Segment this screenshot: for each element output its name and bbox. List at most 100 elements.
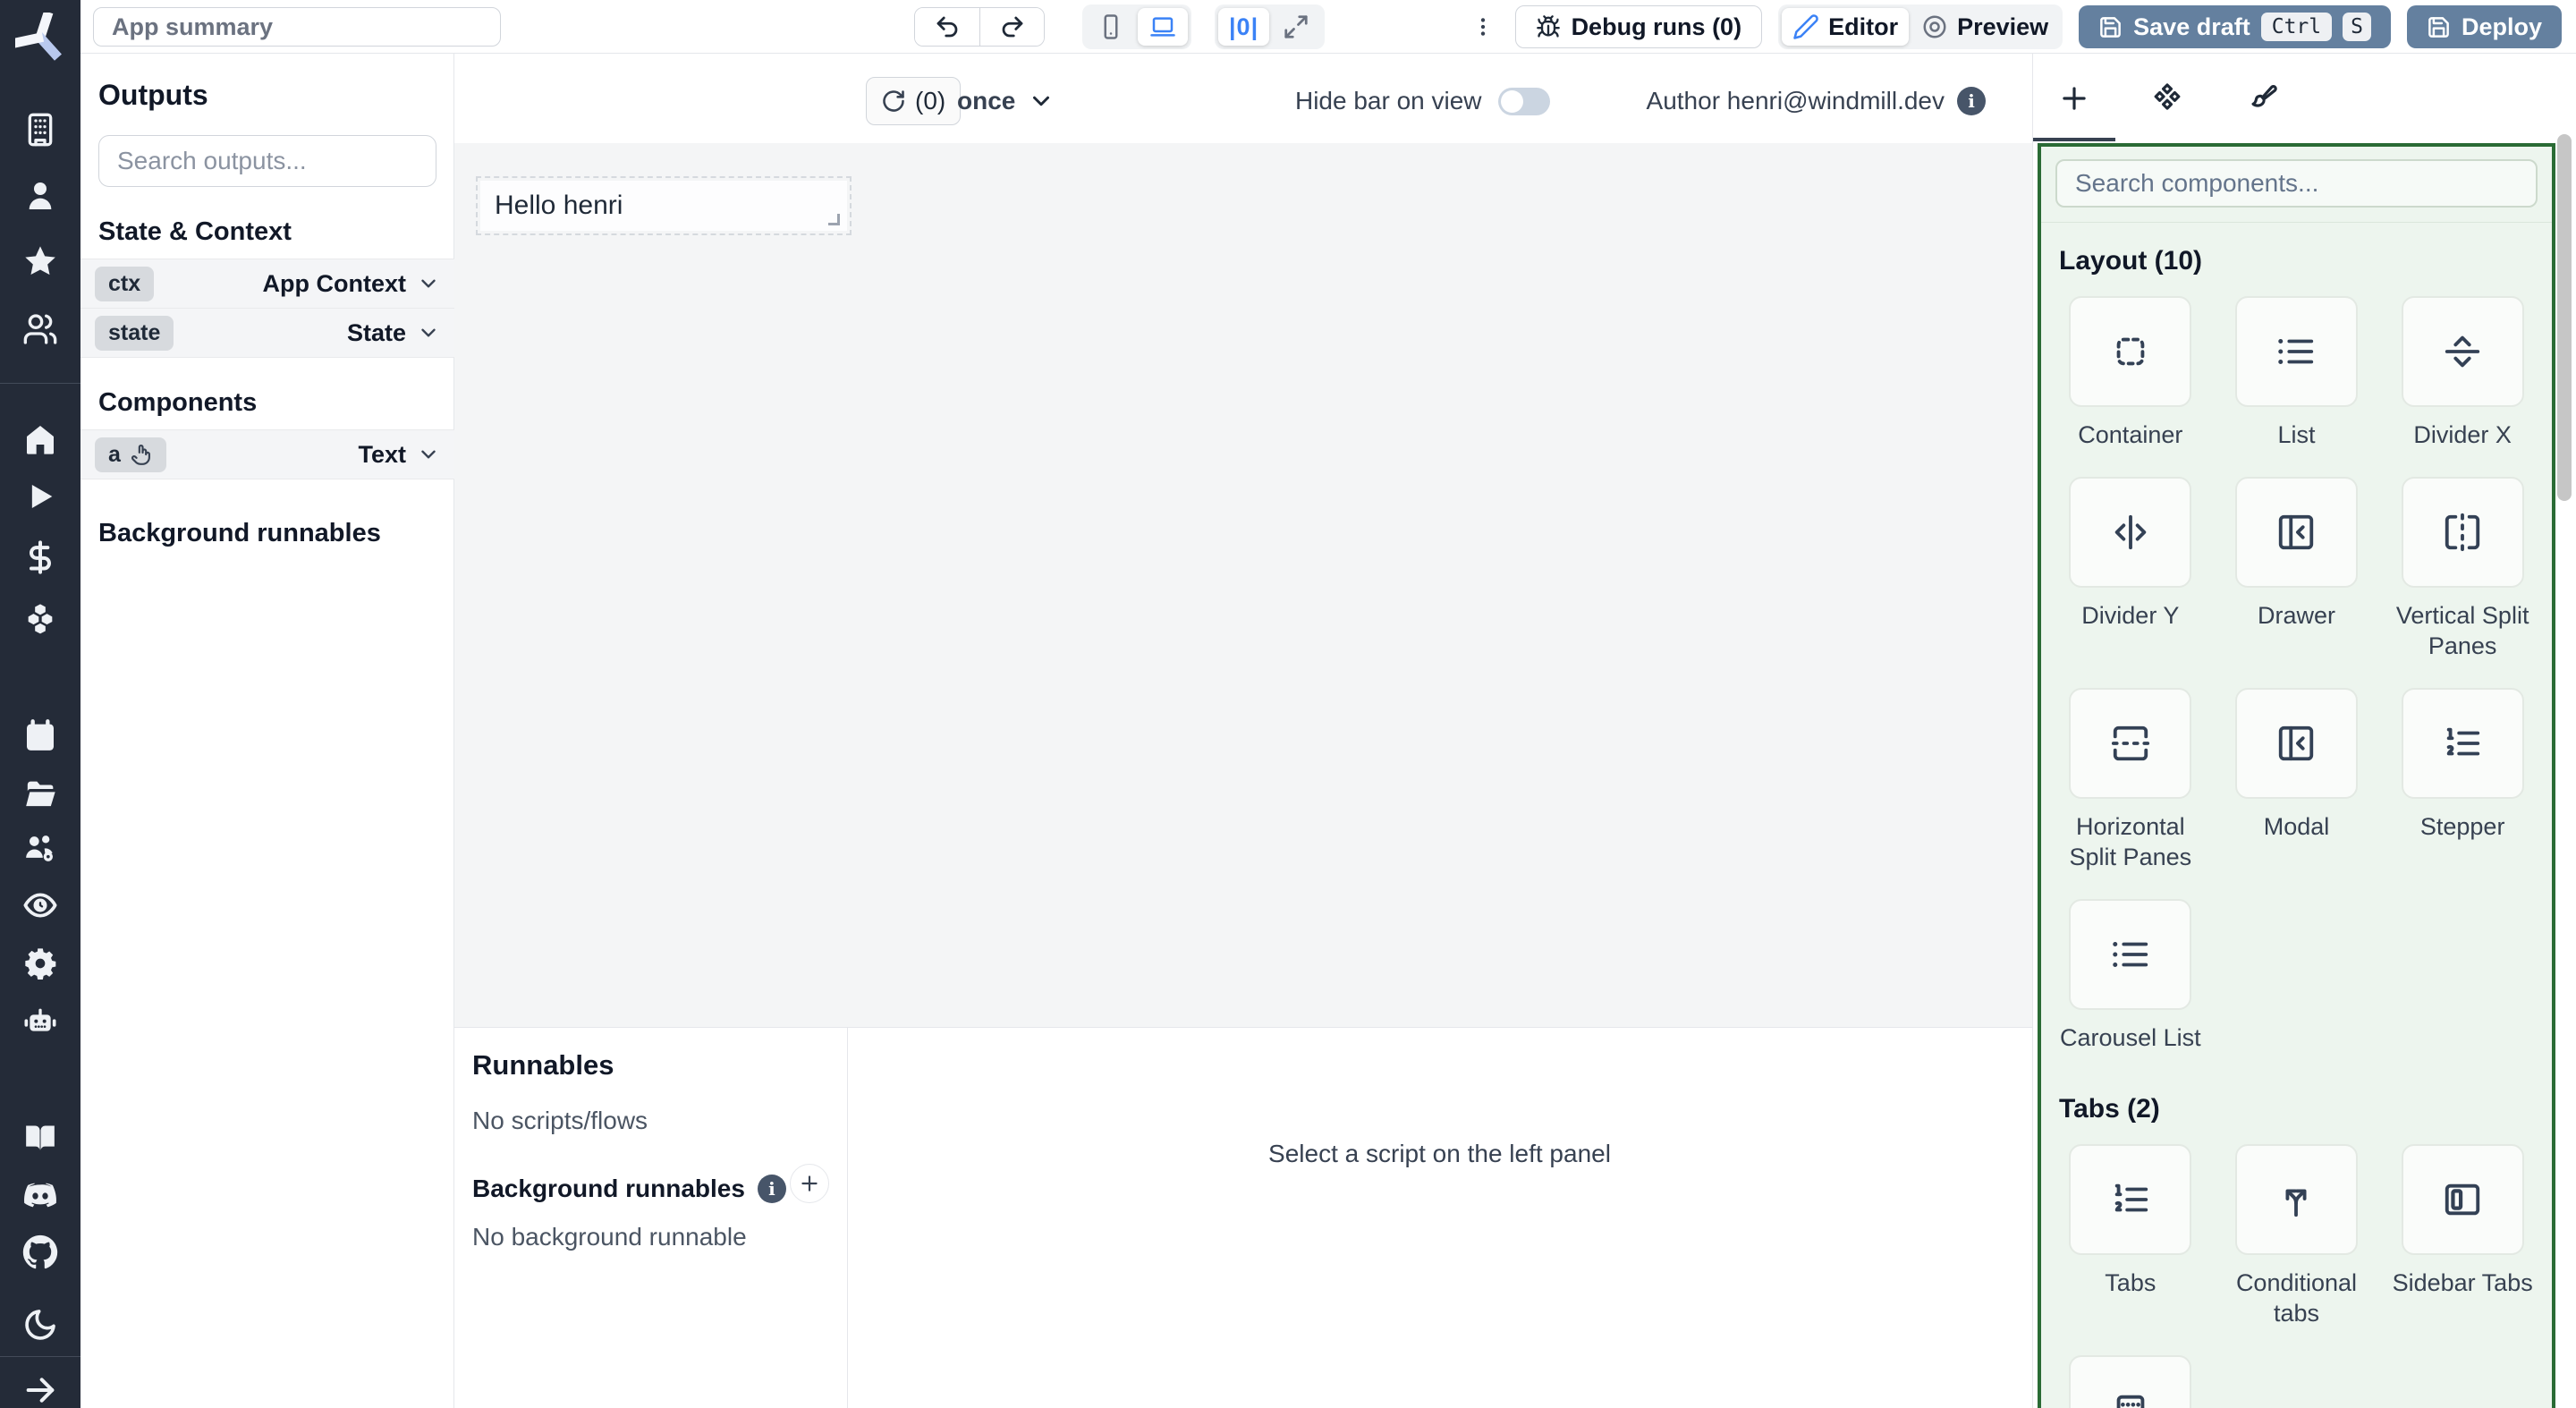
center-align-button[interactable]: |0| [1218, 8, 1269, 46]
sidebar-item-discord[interactable] [21, 1175, 60, 1215]
selected-component-cell[interactable]: Hello henri [476, 176, 852, 235]
app-canvas[interactable]: Hello henri [454, 143, 2032, 1027]
windmill-logo-icon [15, 13, 65, 63]
component-card-drawer[interactable]: Drawer [2224, 477, 2370, 661]
component-card-conditional-tabs[interactable]: Conditional tabs [2224, 1144, 2370, 1328]
component-card-divider-y[interactable]: Divider Y [2057, 477, 2204, 661]
component-a-type-label: Text [358, 441, 406, 469]
tabs-section-heading: Tabs (2) [2059, 1094, 2536, 1124]
component-card-list[interactable]: List [2224, 296, 2370, 450]
output-row-component-a[interactable]: a Text [80, 429, 454, 479]
plus-icon [2057, 81, 2091, 115]
sidebar-item-users[interactable] [21, 310, 60, 349]
sidebar-item-settings[interactable] [21, 944, 60, 983]
conditional-tabs-icon [2275, 1179, 2317, 1220]
background-runnables-heading: Background runnables [98, 519, 453, 548]
component-card-label: Divider Y [2081, 600, 2179, 631]
sidebar-item-audit-logs[interactable] [21, 886, 60, 925]
debug-runs-button[interactable]: Debug runs (0) [1515, 5, 1763, 48]
more-menu-button[interactable] [1467, 7, 1499, 47]
sidebar-item-runs[interactable] [21, 477, 60, 516]
component-card-sidebar-tabs[interactable]: Sidebar Tabs [2389, 1144, 2536, 1328]
editor-preview-toggle: Editor Preview [1778, 4, 2063, 49]
desktop-view-button[interactable] [1138, 8, 1188, 46]
sidebar-item-favorites[interactable] [21, 242, 60, 281]
hide-bar-label: Hide bar on view [1295, 87, 1482, 115]
background-runnables-row: Background runnables i [472, 1175, 786, 1203]
refresh-button[interactable]: (0) [866, 77, 961, 125]
component-card-label: Conditional tabs [2224, 1268, 2370, 1328]
chevron-down-icon[interactable] [417, 443, 440, 466]
component-card-tabs[interactable]: Tabs [2057, 1144, 2204, 1328]
search-outputs-input[interactable] [98, 135, 436, 187]
component-card-invisible-tabs[interactable]: Invisible Tabs [2057, 1355, 2204, 1408]
undo-button[interactable] [915, 8, 979, 46]
component-card-container[interactable]: Container [2057, 296, 2204, 450]
mobile-view-button[interactable] [1086, 8, 1136, 46]
sidebar-item-schedules[interactable] [21, 717, 60, 756]
chevron-down-icon[interactable] [417, 272, 440, 295]
search-components-input[interactable] [2055, 159, 2538, 208]
stepper-icon [2442, 723, 2483, 764]
sidebar-item-docs[interactable] [21, 1117, 60, 1157]
sidebar-item-ai[interactable] [21, 1001, 60, 1040]
preview-tab[interactable]: Preview [1911, 8, 2059, 46]
sidebar-item-profile[interactable] [21, 176, 60, 216]
save-draft-button[interactable]: Save draft Ctrl S [2079, 5, 2391, 48]
component-card-horizontal-split-panes[interactable]: Horizontal Split Panes [2057, 688, 2204, 872]
sidebar-item-resources[interactable] [21, 598, 60, 638]
sidebar-item-home[interactable] [21, 420, 60, 459]
deploy-button[interactable]: Deploy [2407, 5, 2562, 48]
component-card-label: Drawer [2258, 600, 2335, 631]
component-card-divider-x[interactable]: Divider X [2389, 296, 2536, 450]
undo-redo-group [914, 7, 1045, 47]
text-component[interactable]: Hello henri [480, 181, 847, 231]
tab-insert-component[interactable] [2049, 73, 2099, 123]
left-icon-sidebar [0, 0, 80, 1408]
fullscreen-button[interactable] [1271, 8, 1321, 46]
redo-icon [999, 13, 1026, 40]
info-icon[interactable]: i [1957, 87, 1986, 115]
runnables-panel: Runnables No scripts/flows Background ru… [454, 1027, 2032, 1408]
sidebar-tabs-icon [2442, 1179, 2483, 1220]
chevron-down-icon [1028, 88, 1055, 115]
refresh-mode-select[interactable]: once [957, 77, 1055, 125]
discord-icon [22, 1177, 58, 1213]
component-card-label: Stepper [2420, 811, 2505, 842]
info-icon[interactable]: i [758, 1175, 786, 1203]
chevron-down-icon[interactable] [417, 321, 440, 344]
ctx-type-label: App Context [263, 270, 406, 298]
scrollbar-thumb[interactable] [2557, 134, 2572, 501]
redo-button[interactable] [979, 8, 1044, 46]
component-card-vertical-split-panes[interactable]: Vertical Split Panes [2389, 477, 2536, 661]
pointer-hand-icon [130, 443, 153, 466]
output-row-ctx[interactable]: ctx App Context [80, 259, 454, 309]
refresh-icon [881, 89, 906, 114]
sidebar-item-folders[interactable] [21, 774, 60, 813]
eye-icon [22, 887, 58, 923]
editor-tab[interactable]: Editor [1782, 8, 1909, 46]
robot-icon [22, 1003, 58, 1039]
hide-bar-toggle[interactable] [1498, 88, 1550, 115]
divider-x-icon [2442, 331, 2483, 372]
sidebar-item-groups[interactable] [21, 828, 60, 868]
output-row-state[interactable]: state State [80, 308, 454, 358]
add-background-runnable-button[interactable] [790, 1164, 829, 1203]
windmill-logo[interactable] [15, 13, 65, 63]
component-card-modal[interactable]: Modal [2224, 688, 2370, 872]
sidebar-item-collapse[interactable] [21, 1370, 60, 1408]
component-card-stepper[interactable]: Stepper [2389, 688, 2536, 872]
tab-theme-styling[interactable] [2235, 73, 2285, 123]
resize-handle[interactable] [828, 214, 840, 225]
divider-y-icon [2110, 512, 2151, 553]
sidebar-item-workspace[interactable] [21, 110, 60, 149]
tab-component-settings[interactable] [2142, 73, 2192, 123]
sidebar-item-payments[interactable] [21, 538, 60, 577]
app-summary-input[interactable] [93, 7, 501, 47]
sidebar-item-dark-mode[interactable] [21, 1305, 60, 1344]
component-card-carousel-list[interactable]: Carousel List [2057, 899, 2204, 1053]
deploy-label: Deploy [2462, 13, 2542, 41]
component-card-label: Carousel List [2060, 1022, 2201, 1053]
undo-icon [934, 13, 961, 40]
sidebar-item-github[interactable] [21, 1233, 60, 1272]
